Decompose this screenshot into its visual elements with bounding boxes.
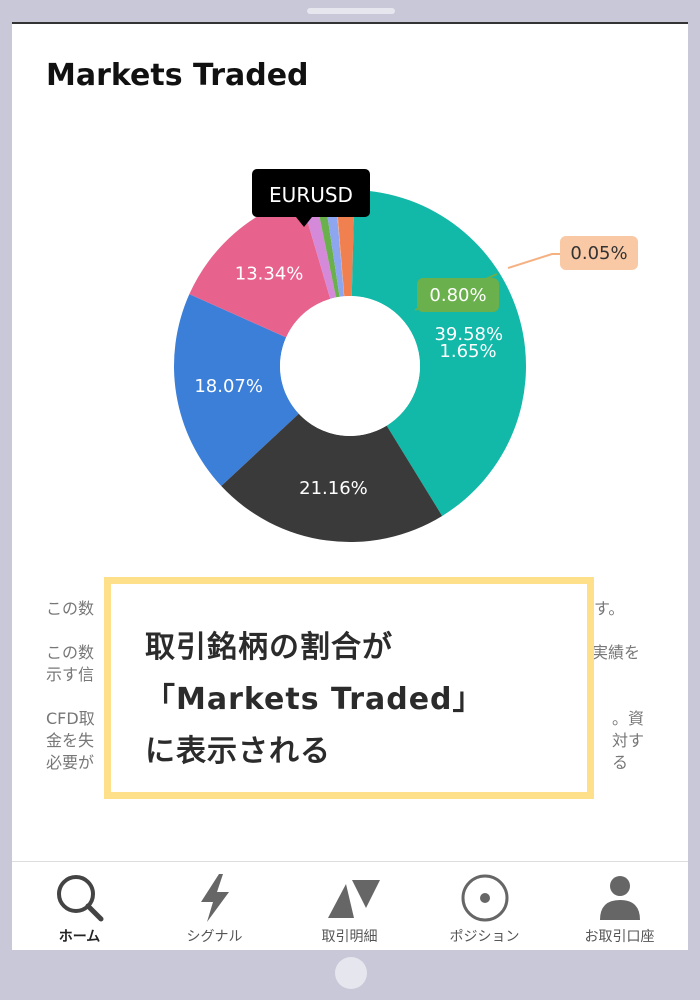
device-notch (307, 8, 395, 14)
markets-donut-chart: 18.07%13.34%1.65%39.58%21.16% 0.80% 0.05… (173, 169, 638, 542)
slice-label: 21.16% (299, 478, 368, 499)
callout-005-text: 0.05% (570, 243, 627, 264)
overlay-line-1: 取引銘柄の割合が (145, 630, 393, 665)
slice-label: 13.34% (235, 263, 304, 284)
tab-signal[interactable]: シグナル (147, 862, 282, 950)
search-icon (57, 875, 104, 922)
callout-leader-005 (507, 253, 560, 269)
tab-home[interactable]: ホーム (12, 862, 147, 950)
tab-positions[interactable]: ポジション (417, 862, 552, 950)
target-icon (461, 874, 509, 922)
slice-label: 39.58% (434, 324, 503, 345)
annotation-overlay: 取引銘柄の割合が 「Markets Traded」 に表示される (104, 577, 594, 799)
donut-hole (280, 296, 420, 436)
trades-icon (328, 880, 380, 918)
callout-080-text: 0.80% (429, 285, 486, 306)
slice-label: 18.07% (194, 376, 263, 397)
overlay-line-2: 「Markets Traded」 (145, 682, 484, 717)
overlay-line-3: に表示される (145, 734, 331, 769)
bottom-tab-bar: ホーム シグナル 取引明細 ポジション お取引口座 (12, 861, 688, 950)
user-icon (600, 876, 640, 920)
app-screen: Markets Traded 18.07% 13.34% 1.65% 39.58% 21… (12, 22, 688, 950)
device-home-button[interactable] (335, 957, 367, 989)
svg-text:EURUSD: EURUSD (269, 183, 353, 207)
lightning-icon (201, 874, 229, 922)
tab-account[interactable]: お取引口座 (552, 862, 687, 950)
tab-trades[interactable]: 取引明細 (282, 862, 417, 950)
